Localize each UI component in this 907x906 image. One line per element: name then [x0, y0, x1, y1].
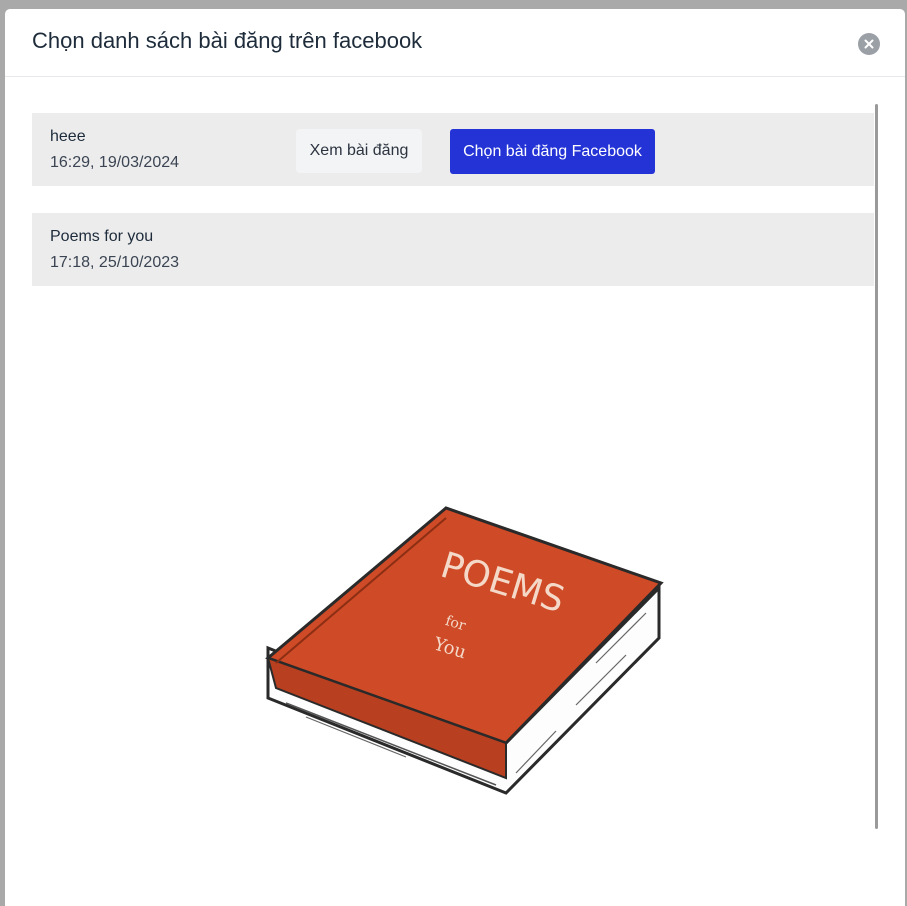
- post-time: 16:29, 19/03/2024: [50, 154, 180, 171]
- post-picker-modal: Chọn danh sách bài đăng trên facebook he…: [5, 9, 905, 906]
- close-button[interactable]: [858, 33, 880, 55]
- close-icon: [864, 39, 874, 49]
- list-item: Poems for you 17:18, 25/10/2023: [32, 213, 874, 286]
- post-title: heee: [50, 128, 86, 145]
- post-time: 17:18, 25/10/2023: [50, 254, 180, 271]
- modal-title: Chọn danh sách bài đăng trên facebook: [32, 28, 423, 53]
- list-item: heee 16:29, 19/03/2024 Xem bài đăng Chọn…: [32, 113, 874, 186]
- scrollbar[interactable]: [875, 104, 878, 829]
- choose-post-button[interactable]: Chọn bài đăng Facebook: [450, 129, 655, 174]
- post-image: POEMS for You: [265, 506, 664, 795]
- view-post-button[interactable]: Xem bài đăng: [296, 129, 422, 173]
- post-title: Poems for you: [50, 228, 154, 245]
- post-list: heee 16:29, 19/03/2024 Xem bài đăng Chọn…: [32, 113, 874, 906]
- modal-header: Chọn danh sách bài đăng trên facebook: [5, 9, 905, 77]
